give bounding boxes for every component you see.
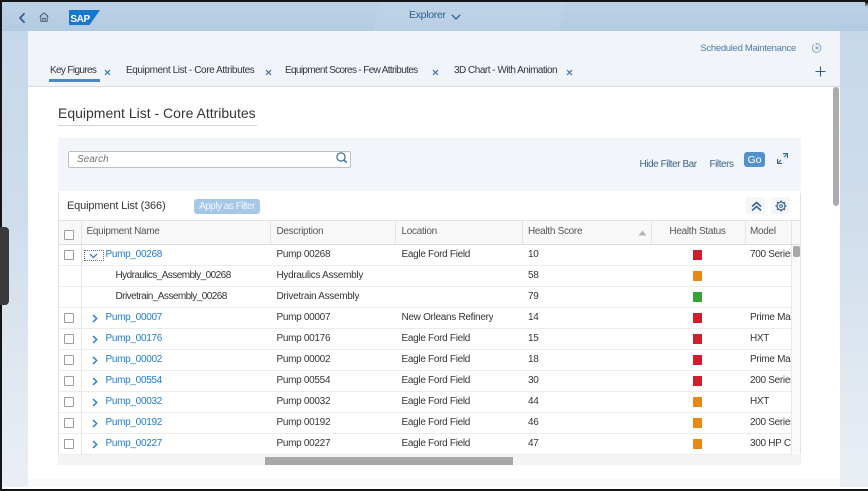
svg-text:SAP: SAP	[70, 14, 90, 25]
